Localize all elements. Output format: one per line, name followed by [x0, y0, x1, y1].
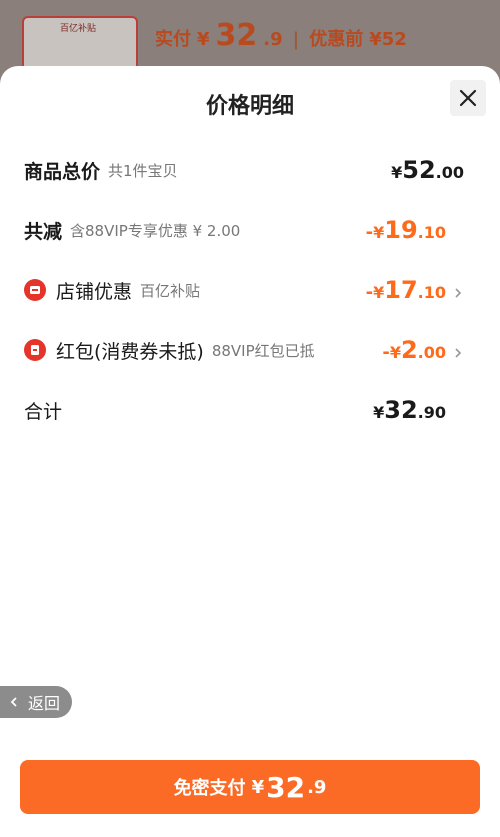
row-name: 商品总价 — [24, 160, 101, 183]
back-button[interactable]: 返回 — [0, 686, 72, 718]
price-integer: 32 — [215, 18, 258, 53]
back-label: 返回 — [28, 694, 61, 713]
row-desc: 含88VIP专享优惠 ¥ 2.00 — [70, 221, 241, 240]
amount-decimal: .00 — [417, 343, 446, 362]
amount-integer: 17 — [384, 276, 418, 304]
row-amount: - ¥17.10 — [366, 276, 446, 304]
chevron-right-icon — [452, 344, 464, 358]
row-sum: 合计 ¥32.90 — [24, 392, 464, 428]
amount-integer: 19 — [384, 216, 418, 244]
row-red-packet[interactable]: 红包(消费券未抵) 88VIP红包已抵 - ¥2.00 — [24, 332, 464, 368]
amount-currency: ¥ — [373, 223, 385, 242]
pay-currency: ¥ — [251, 776, 265, 798]
row-desc: 百亿补贴 — [140, 281, 201, 300]
row-name: 合计 — [24, 400, 63, 423]
amount-sign: - — [365, 282, 374, 303]
chevron-right-icon — [452, 284, 464, 298]
row-amount: - ¥2.00 — [382, 336, 446, 364]
amount-currency: ¥ — [373, 403, 385, 422]
amount-currency: ¥ — [391, 163, 403, 182]
amount-currency: ¥ — [373, 283, 385, 302]
row-total-discount: 共减 含88VIP专享优惠 ¥ 2.00 - ¥19.10 — [24, 212, 464, 248]
amount-decimal: .00 — [435, 163, 464, 182]
shop-icon — [24, 279, 46, 301]
row-name: 红包(消费券未抵) — [56, 340, 204, 363]
row-name: 店铺优惠 — [56, 280, 133, 303]
row-name: 共减 — [24, 220, 63, 243]
price-decimal: .9 — [263, 29, 283, 50]
amount-currency: ¥ — [389, 343, 401, 362]
amount-decimal: .10 — [417, 223, 446, 242]
price-label: 实付 — [155, 29, 191, 50]
pay-integer: 32 — [266, 770, 306, 804]
pay-button[interactable]: 免密支付 ¥32.9 — [20, 760, 480, 814]
background-price: 实付 ¥ 32.9 | 优惠前 ¥52 — [155, 18, 407, 53]
row-desc: 88VIP红包已抵 — [211, 341, 315, 360]
close-button[interactable] — [450, 80, 486, 116]
close-icon — [459, 89, 477, 107]
amount-decimal: .10 — [417, 283, 446, 302]
row-amount: ¥32.90 — [373, 396, 446, 424]
amount-sign: - — [365, 222, 374, 243]
red-packet-icon — [24, 339, 46, 361]
before-price: ¥52 — [369, 29, 407, 50]
price-currency: ¥ — [197, 29, 210, 50]
price-detail-sheet: 价格明细 商品总价 共1件宝贝 ¥52.00 共减 含88VIP专享优惠 ¥ 2… — [0, 66, 500, 837]
pay-label: 免密支付 — [173, 778, 246, 799]
row-goods-total: 商品总价 共1件宝贝 ¥52.00 — [24, 152, 464, 188]
row-desc: 共1件宝贝 — [108, 161, 178, 180]
amount-sign: - — [382, 342, 390, 363]
row-amount: ¥52.00 — [391, 156, 464, 184]
row-amount: - ¥19.10 — [366, 216, 446, 244]
chevron-left-icon — [10, 697, 17, 707]
thumb-tag: 百亿补贴 — [60, 24, 97, 34]
price-separator: | — [292, 29, 300, 50]
pay-decimal: .9 — [307, 776, 327, 798]
before-label: 优惠前 — [309, 29, 364, 50]
amount-integer: 32 — [384, 396, 418, 424]
amount-decimal: .90 — [417, 403, 446, 422]
amount-integer: 2 — [400, 336, 418, 364]
sheet-title: 价格明细 — [205, 94, 294, 119]
row-shop-discount[interactable]: 店铺优惠 百亿补贴 - ¥17.10 — [24, 272, 464, 308]
amount-integer: 52 — [402, 156, 436, 184]
